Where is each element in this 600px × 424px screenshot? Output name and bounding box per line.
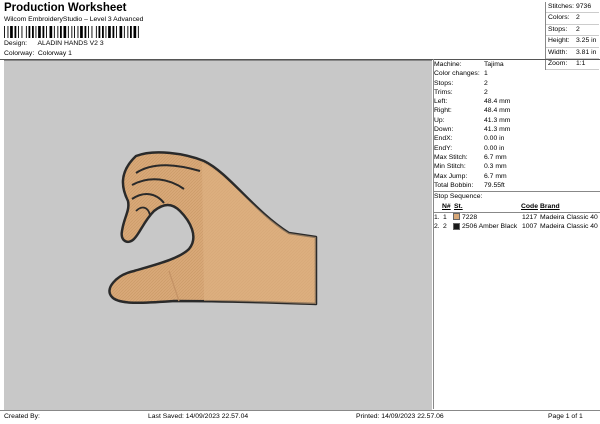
property-value: 41.3 mm bbox=[484, 116, 511, 124]
property-row: Right: 48.4 mm bbox=[434, 106, 600, 115]
property-value: 0.00 in bbox=[484, 135, 505, 143]
column-header-code: Code bbox=[521, 203, 538, 211]
worksheet-title: Production Worksheet bbox=[4, 2, 127, 14]
property-row: EndX: 0.00 in bbox=[434, 134, 600, 143]
property-value: 41.3 mm bbox=[484, 126, 511, 134]
colorway-value: Colorway 1 bbox=[37, 50, 72, 57]
stitch-count: 1007 bbox=[522, 223, 538, 231]
property-label: Total Bobbin: bbox=[434, 181, 474, 189]
property-row: Color changes: 1 bbox=[434, 69, 600, 78]
property-label: Stops: bbox=[434, 79, 454, 87]
property-value: 2 bbox=[484, 79, 488, 87]
property-row: Trims: 2 bbox=[434, 88, 600, 97]
stat-label: Stops: bbox=[548, 25, 568, 33]
row-n: 1 bbox=[443, 213, 447, 221]
design-row: Design: ALADIN HANDS V2 3 bbox=[4, 40, 104, 47]
printed-date: Printed: 14/09/2023 22.57.06 bbox=[356, 413, 444, 420]
stat-row: Colors: 2 bbox=[546, 13, 599, 25]
colorway-row: Colorway: Colorway 1 bbox=[4, 50, 72, 57]
property-value: 79.55ft bbox=[484, 181, 505, 189]
column-header-brand: Brand bbox=[540, 203, 560, 211]
property-label: Min Stitch: bbox=[434, 163, 466, 171]
design-value: ALADIN HANDS V2 3 bbox=[37, 40, 104, 47]
stat-label: Colors: bbox=[548, 14, 570, 22]
stat-value: 2 bbox=[576, 14, 580, 22]
machine-properties-panel: Machine: Tajima Color changes: 1 Stops: 2 T… bbox=[434, 60, 600, 232]
property-row: Max Jump: 6.7 mm bbox=[434, 172, 600, 181]
stop-sequence-title: Stop Sequence: bbox=[434, 191, 600, 202]
stat-value: 3.25 in bbox=[576, 37, 597, 45]
property-row: EndY: 0.00 in bbox=[434, 144, 600, 153]
color-swatch bbox=[453, 213, 460, 221]
thread-brand: Madeira Classic 40 bbox=[540, 213, 598, 221]
row-index: 2. bbox=[434, 223, 440, 231]
created-by: Created By: bbox=[4, 413, 40, 420]
color-swatch-row: 7228 bbox=[453, 213, 477, 223]
property-label: Left: bbox=[434, 98, 448, 106]
stat-value: 2 bbox=[576, 25, 580, 33]
property-row: Stops: 2 bbox=[434, 79, 600, 88]
software-subtitle: Wilcom EmbroideryStudio – Level 3 Advanc… bbox=[4, 16, 144, 23]
property-label: Right: bbox=[434, 107, 452, 115]
last-saved: Last Saved: 14/09/2023 22.57.04 bbox=[148, 413, 249, 420]
property-label: Color changes: bbox=[434, 70, 480, 78]
stop-sequence-row: 1. 1 7228 1217 Madeira Classic 40 bbox=[434, 213, 600, 223]
property-value: 48.4 mm bbox=[484, 107, 511, 115]
stat-label: Height: bbox=[548, 37, 570, 45]
property-label: EndX: bbox=[434, 135, 453, 143]
color-swatch bbox=[453, 222, 460, 230]
property-value: 2 bbox=[484, 88, 488, 96]
property-row: Min Stitch: 0.3 mm bbox=[434, 162, 600, 171]
property-row: Down: 41.3 mm bbox=[434, 125, 600, 134]
stat-row: Stops: 2 bbox=[546, 25, 599, 37]
color-swatch-row: 2506 Amber Black bbox=[453, 222, 517, 232]
colorway-label: Colorway: bbox=[4, 50, 35, 57]
property-value: 6.7 mm bbox=[484, 172, 507, 180]
property-value: Tajima bbox=[484, 61, 504, 68]
stat-row: Stitches: 9736 bbox=[546, 2, 599, 14]
page-number: Page 1 of 1 bbox=[548, 413, 583, 420]
property-label: Up: bbox=[434, 116, 445, 124]
property-value: 6.7 mm bbox=[484, 153, 507, 161]
barcode bbox=[4, 26, 139, 38]
design-preview-canvas[interactable] bbox=[4, 60, 432, 410]
stop-sequence-header: N# St. Code Brand bbox=[434, 202, 600, 213]
property-value: 1 bbox=[484, 70, 488, 78]
stat-row: Width: 3.81 in bbox=[546, 48, 599, 59]
hand-embroidery-design bbox=[108, 151, 318, 306]
property-label: Max Jump: bbox=[434, 172, 468, 180]
color-name: Amber Black bbox=[478, 223, 518, 231]
design-label: Design: bbox=[4, 40, 28, 47]
stat-label: Stitches: bbox=[548, 3, 575, 10]
footer: Created By: Last Saved: 14/09/2023 22.57… bbox=[0, 410, 600, 424]
color-code: 2506 bbox=[462, 223, 478, 231]
property-value: 48.4 mm bbox=[484, 98, 511, 106]
stop-sequence-row: 2. 2 2506 Amber Black 1007 Madeira Class… bbox=[434, 222, 600, 232]
stat-label: Width: bbox=[548, 48, 568, 56]
thread-brand: Madeira Classic 40 bbox=[540, 223, 598, 231]
property-row: Max Stitch: 6.7 mm bbox=[434, 153, 600, 162]
property-row: Up: 41.3 mm bbox=[434, 116, 600, 125]
row-index: 1. bbox=[434, 213, 440, 221]
property-row: Total Bobbin: 79.55ft bbox=[434, 181, 600, 190]
stat-row: Height: 3.25 in bbox=[546, 36, 599, 48]
stat-value: 9736 bbox=[576, 3, 592, 10]
property-row: Left: 48.4 mm bbox=[434, 97, 600, 106]
property-label: Machine: bbox=[434, 61, 462, 68]
stitch-count: 1217 bbox=[522, 213, 538, 221]
property-label: Trims: bbox=[434, 88, 453, 96]
property-row: Machine: Tajima bbox=[434, 60, 600, 69]
column-header-st: St. bbox=[454, 203, 463, 211]
property-label: Max Stitch: bbox=[434, 153, 468, 161]
color-code: 7228 bbox=[462, 213, 478, 221]
stat-value: 3.81 in bbox=[576, 48, 597, 56]
column-header-n: N# bbox=[442, 203, 451, 211]
row-n: 2 bbox=[443, 223, 447, 231]
property-label: EndY: bbox=[434, 144, 453, 152]
property-label: Down: bbox=[434, 126, 454, 134]
property-value: 0.00 in bbox=[484, 144, 505, 152]
property-value: 0.3 mm bbox=[484, 163, 507, 171]
